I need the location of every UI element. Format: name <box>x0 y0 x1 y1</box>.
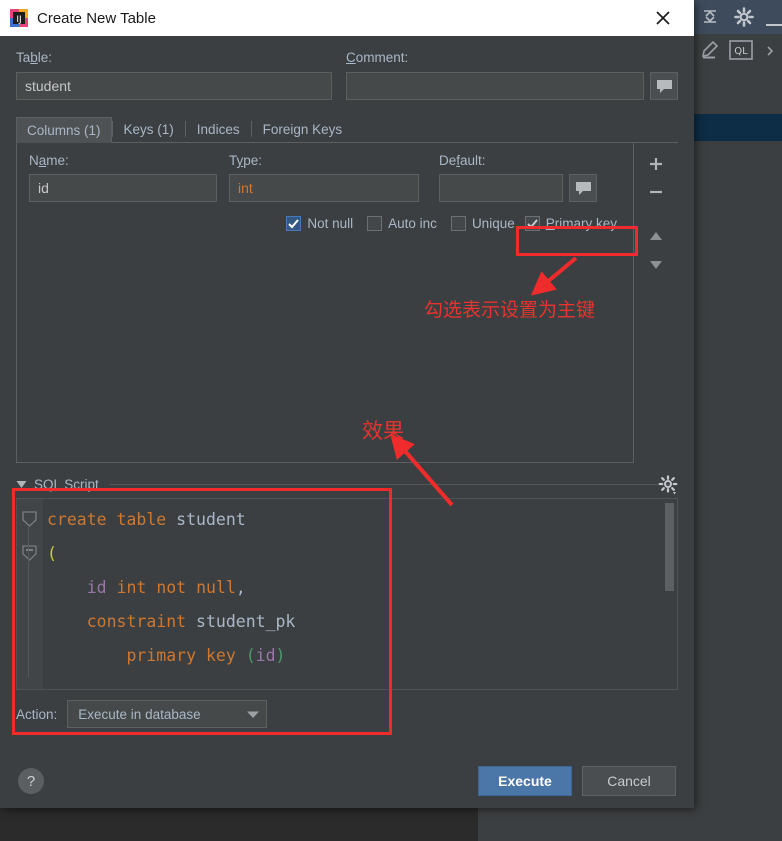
sql-code-editor[interactable]: create table student( id int not null, c… <box>16 498 678 690</box>
column-editor-inputs <box>29 174 621 202</box>
checkbox-not-null-label: Not null <box>307 216 354 231</box>
checkbox-checked-icon <box>286 216 302 231</box>
tab-columns[interactable]: Columns (1) <box>16 117 112 143</box>
gear-icon[interactable] <box>658 475 680 500</box>
editor-tabs: Columns (1) Keys (1) Indices Foreign Key… <box>16 116 678 143</box>
add-column-button[interactable] <box>643 151 669 177</box>
checkbox-auto-inc[interactable]: Auto inc <box>367 216 437 231</box>
intellij-idea-icon: IJ <box>10 9 28 27</box>
create-new-table-dialog: IJ Create New Table Table: Comment: <box>0 0 694 808</box>
ide-bottom-right-panel <box>478 808 782 841</box>
comment-field-group: Comment: <box>346 50 678 100</box>
minimize-icon[interactable] <box>766 14 782 32</box>
checkbox-unchecked-icon <box>450 216 466 231</box>
sql-script-label: SQL Script <box>34 477 99 492</box>
column-name-input[interactable] <box>29 174 217 202</box>
type-label: Type: <box>229 153 263 168</box>
checkbox-not-null[interactable]: Not null <box>286 216 353 231</box>
ide-bottom-dark-panel <box>0 808 478 841</box>
column-actions-sidebar <box>634 143 678 463</box>
column-editor-labels: Name: Type: Default: <box>29 153 621 168</box>
fold-guide-line <box>28 527 29 677</box>
checkbox-unique[interactable]: Unique <box>450 216 515 231</box>
columns-panel: Name: Type: Default: id int Not null Aut… <box>16 143 678 463</box>
checkbox-auto-inc-label: Auto inc <box>388 216 437 231</box>
gear-icon[interactable] <box>733 6 755 33</box>
column-editor: Name: Type: Default: id int Not null Aut… <box>16 143 634 463</box>
editor-gutter <box>17 499 43 689</box>
tab-keys[interactable]: Keys (1) <box>113 116 185 142</box>
default-speech-bubble-icon[interactable] <box>569 174 597 202</box>
ql-console-icon[interactable]: QL <box>729 40 753 65</box>
sql-script-section: SQL Script create table student (id int… <box>16 475 680 728</box>
triangle-down-icon[interactable] <box>16 477 27 492</box>
action-dropdown[interactable]: Execute in database <box>67 700 268 728</box>
dialog-footer: ? Execute Cancel <box>0 754 694 808</box>
column-flags-row: Not null Auto inc Unique Primary key <box>29 216 621 231</box>
checkbox-primary-key-label: Primary key <box>545 216 617 231</box>
checkbox-primary-key[interactable]: Primary key <box>524 216 617 231</box>
checkbox-checked-icon <box>524 216 540 231</box>
cancel-button[interactable]: Cancel <box>582 766 676 796</box>
column-default-input[interactable] <box>439 174 563 202</box>
close-icon[interactable] <box>640 0 686 36</box>
remove-column-button[interactable] <box>643 179 669 205</box>
help-button[interactable]: ? <box>18 768 44 794</box>
comment-input[interactable] <box>346 72 644 100</box>
collapse-all-icon[interactable] <box>700 6 720 31</box>
tab-indices[interactable]: Indices <box>186 116 251 142</box>
dialog-titlebar: IJ Create New Table <box>0 0 694 36</box>
dialog-title: Create New Table <box>37 9 156 27</box>
svg-text:QL: QL <box>734 46 748 57</box>
comment-label: Comment: <box>346 50 409 65</box>
move-column-up-button[interactable] <box>643 223 669 249</box>
more-chevron-icon[interactable] <box>765 44 777 62</box>
table-and-comment-row: Table: Comment: <box>16 50 678 100</box>
action-row: Action: Execute in database <box>16 700 678 728</box>
code-fold-icon[interactable] <box>22 545 37 561</box>
editor-scrollbar[interactable] <box>665 503 674 591</box>
checkbox-unchecked-icon <box>367 216 383 231</box>
edit-pencil-icon[interactable] <box>700 38 722 65</box>
table-field-group: Table: <box>16 50 332 100</box>
move-column-down-button[interactable] <box>643 251 669 277</box>
checkbox-unique-label: Unique <box>471 216 515 231</box>
column-type-input[interactable] <box>229 174 419 202</box>
chevron-down-icon <box>246 707 260 722</box>
sql-script-header[interactable]: SQL Script <box>16 477 678 492</box>
code-fold-icon[interactable] <box>22 511 37 527</box>
name-label: Name: <box>29 153 69 168</box>
ide-selected-row <box>692 114 782 141</box>
header-rule <box>108 484 678 485</box>
action-label: Action: <box>16 706 58 722</box>
svg-text:IJ: IJ <box>16 15 21 25</box>
tab-foreign-keys[interactable]: Foreign Keys <box>252 116 354 142</box>
table-name-input[interactable] <box>16 72 332 100</box>
execute-button[interactable]: Execute <box>478 766 572 796</box>
table-label: Table: <box>16 50 53 65</box>
comment-speech-bubble-icon[interactable] <box>650 72 678 100</box>
action-dropdown-value: Execute in database <box>78 706 201 722</box>
default-label: Default: <box>439 153 486 168</box>
sql-code-text[interactable]: create table student( id int not null, c… <box>43 499 677 689</box>
